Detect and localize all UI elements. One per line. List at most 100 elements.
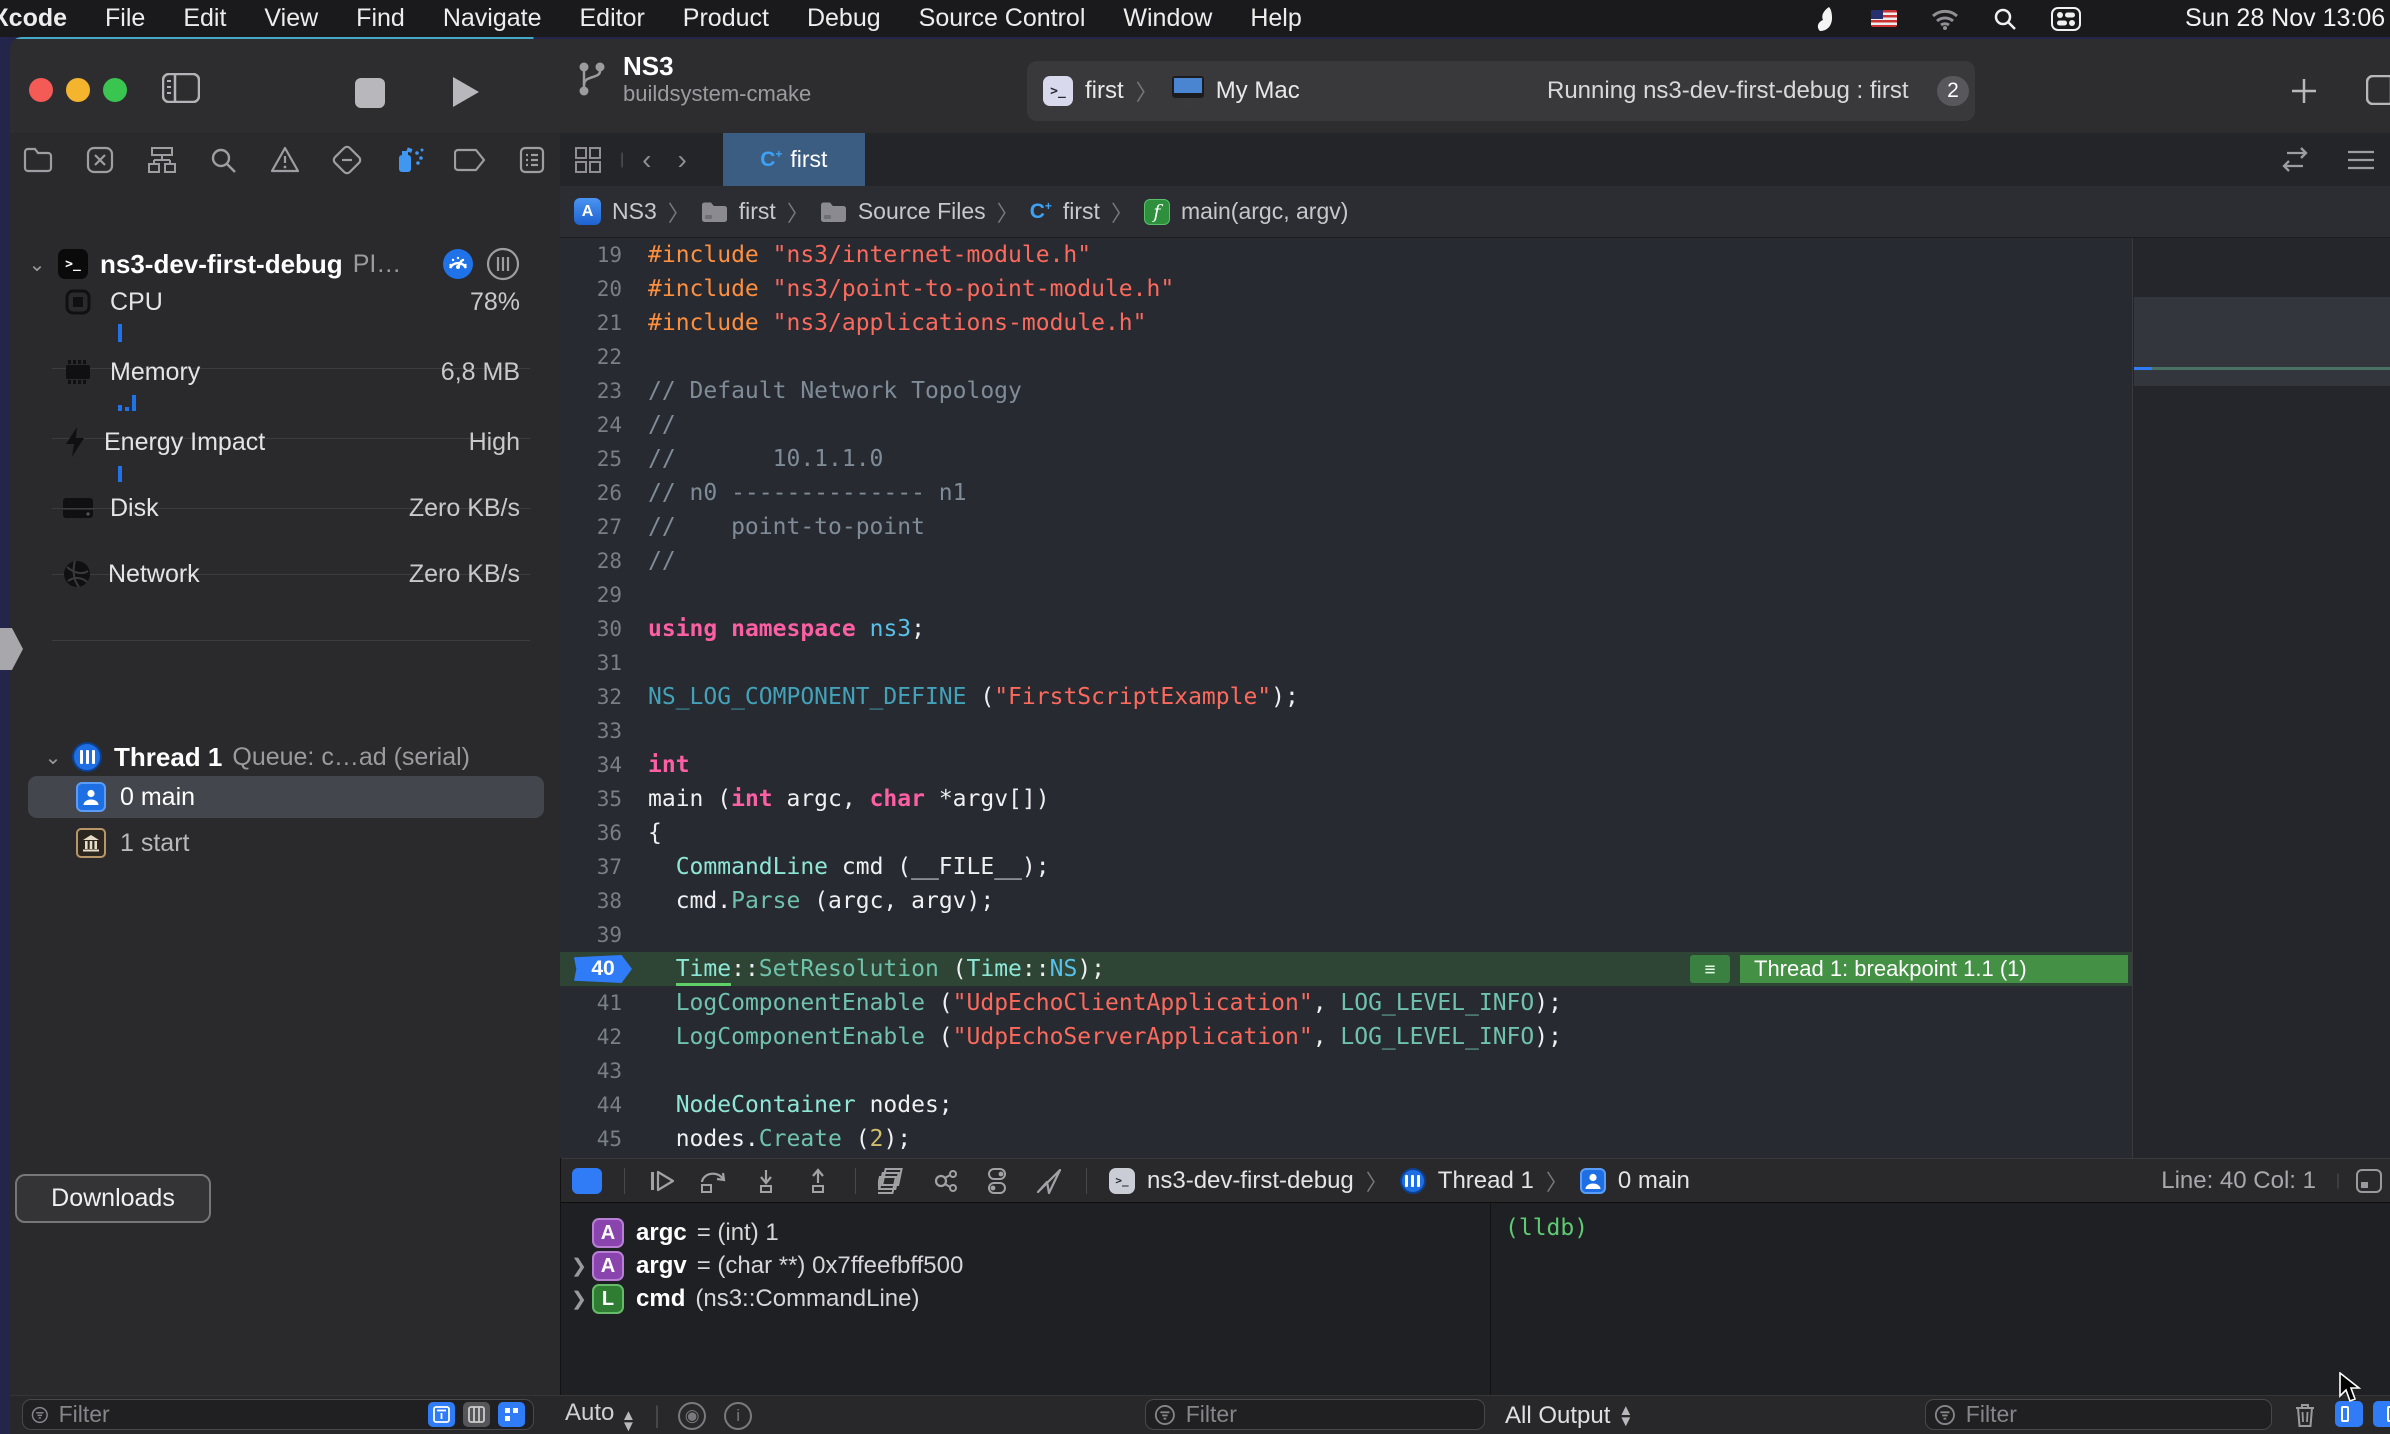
line-number[interactable]: 27	[560, 515, 622, 539]
disclosure-chevron-icon[interactable]: ❯	[566, 1288, 592, 1311]
menu-app-name[interactable]: Xcode	[0, 4, 67, 33]
close-window-button[interactable]	[29, 78, 53, 102]
code-line-35[interactable]: 35main (int argc, char *argv[])	[560, 782, 2132, 816]
code-line-42[interactable]: 42 LogComponentEnable ("UdpEchoServerApp…	[560, 1020, 2132, 1054]
run-button[interactable]	[450, 75, 482, 109]
code-line-20[interactable]: 20#include "ns3/point-to-point-module.h"	[560, 272, 2132, 306]
line-number[interactable]: 28	[560, 549, 622, 573]
stack-frame-1-start[interactable]: 1 start	[10, 822, 560, 864]
control-center-icon[interactable]	[2051, 7, 2081, 31]
menu-item-source-control[interactable]: Source Control	[919, 4, 1086, 32]
menu-item-file[interactable]: File	[105, 4, 145, 32]
minimize-window-button[interactable]	[66, 78, 90, 102]
process-row[interactable]: ⌄ >_ ns3-dev-first-debug PI…	[10, 244, 560, 284]
line-number[interactable]: 21	[560, 311, 622, 335]
code-line-33[interactable]: 33	[560, 714, 2132, 748]
line-number[interactable]: 35	[560, 787, 622, 811]
line-number[interactable]: 36	[560, 821, 622, 845]
step-over-button[interactable]	[699, 1168, 729, 1194]
breakpoint-hit-badge[interactable]: Thread 1: breakpoint 1.1 (1)	[1740, 955, 2128, 983]
code-line-30[interactable]: 30using namespace ns3;	[560, 612, 2132, 646]
view-hierarchy-button[interactable]	[878, 1168, 908, 1194]
code-line-34[interactable]: 34int	[560, 748, 2132, 782]
menu-clock[interactable]: Sun 28 Nov 13:06	[2185, 0, 2385, 37]
filter-flag-toggle[interactable]	[498, 1402, 525, 1427]
menu-item-navigate[interactable]: Navigate	[443, 4, 542, 32]
line-number[interactable]: 42	[560, 1025, 622, 1049]
variable-row-cmd[interactable]: ❯Lcmd(ns3::CommandLine)	[560, 1283, 919, 1315]
code-line-40[interactable]: 40 Time::SetResolution (Time::NS);≡Threa…	[560, 952, 2132, 986]
line-number[interactable]: 24	[560, 413, 622, 437]
find-navigator-icon[interactable]	[207, 144, 239, 176]
code-line-29[interactable]: 29	[560, 578, 2132, 612]
line-number[interactable]: 22	[560, 345, 622, 369]
input-source-flag-icon[interactable]	[1871, 10, 1897, 27]
gauge-row-cpu[interactable]: CPU78%	[10, 280, 560, 324]
symbol-navigator-icon[interactable]	[146, 144, 178, 176]
line-number[interactable]: 34	[560, 753, 622, 777]
step-out-button[interactable]	[803, 1168, 833, 1194]
add-editor-button[interactable]	[2290, 77, 2318, 105]
line-number[interactable]: 37	[560, 855, 622, 879]
code-line-27[interactable]: 27// point-to-point	[560, 510, 2132, 544]
code-line-36[interactable]: 36{	[560, 816, 2132, 850]
thread-row[interactable]: ⌄ Thread 1 Queue: c…ad (serial)	[10, 737, 560, 777]
code-line-41[interactable]: 41 LogComponentEnable ("UdpEchoClientApp…	[560, 986, 2132, 1020]
variable-row-argc[interactable]: Aargc= (int) 1	[560, 1217, 779, 1249]
line-number[interactable]: 44	[560, 1093, 622, 1117]
code-line-24[interactable]: 24//	[560, 408, 2132, 442]
debug-console[interactable]: (lldb)	[1491, 1202, 2390, 1395]
test-navigator-icon[interactable]	[331, 144, 363, 176]
quicklook-icon[interactable]: ◉	[678, 1402, 706, 1430]
navigator-filter-field[interactable]	[22, 1399, 534, 1430]
scheme-name[interactable]: first	[1085, 77, 1124, 105]
line-number[interactable]: 31	[560, 651, 622, 675]
source-control-navigator-icon[interactable]	[84, 144, 116, 176]
line-number[interactable]: 32	[560, 685, 622, 709]
disclosure-chevron-icon[interactable]: ⌄	[24, 252, 50, 277]
code-line-19[interactable]: 19#include "ns3/internet-module.h"	[560, 238, 2132, 272]
line-number[interactable]: 39	[560, 923, 622, 947]
breakpoints-toggle-button[interactable]	[572, 1168, 602, 1194]
line-number[interactable]: 19	[560, 243, 622, 267]
variables-view[interactable]: Aargc= (int) 1❯Aargv= (char **) 0x7ffeef…	[560, 1202, 1490, 1395]
run-destination[interactable]: My Mac	[1216, 77, 1300, 105]
toggle-navigator-icon[interactable]	[162, 73, 200, 103]
line-number[interactable]: 30	[560, 617, 622, 641]
issue-navigator-icon[interactable]	[269, 144, 301, 176]
filter-input[interactable]	[1184, 1400, 1476, 1429]
code-line-26[interactable]: 26// n0 -------------- n1	[560, 476, 2132, 510]
variables-filter-field[interactable]	[1145, 1399, 1485, 1430]
line-number[interactable]: 38	[560, 889, 622, 913]
code-line-43[interactable]: 43	[560, 1054, 2132, 1088]
gauge-row-disk[interactable]: DiskZero KB/s	[10, 486, 560, 530]
menu-item-window[interactable]: Window	[1123, 4, 1212, 32]
clear-console-button[interactable]	[2292, 1401, 2318, 1429]
code-line-45[interactable]: 45 nodes.Create (2);	[560, 1122, 2132, 1156]
breadcrumb-item[interactable]: first	[1063, 198, 1100, 225]
toggle-console-view-button[interactable]	[2373, 1401, 2390, 1427]
menu-item-help[interactable]: Help	[1250, 4, 1301, 32]
code-line-22[interactable]: 22	[560, 340, 2132, 374]
disclosure-chevron-icon[interactable]: ❯	[566, 1255, 592, 1278]
menu-item-view[interactable]: View	[264, 4, 318, 32]
debug-navigator-icon[interactable]	[393, 144, 425, 176]
editor-options-icon[interactable]	[2346, 147, 2376, 173]
gauge-row-memory[interactable]: Memory6,8 MB	[10, 350, 560, 394]
toggle-variables-view-button[interactable]	[2335, 1401, 2363, 1427]
variable-row-argv[interactable]: ❯Aargv= (char **) 0x7ffeefbff500	[560, 1250, 963, 1282]
breadcrumb-item[interactable]: Source Files	[858, 198, 986, 225]
debug-jump-item[interactable]: Thread 1	[1438, 1167, 1534, 1195]
environment-overrides-button[interactable]	[982, 1168, 1012, 1194]
issue-count-badge[interactable]: 2	[1937, 76, 1969, 106]
line-number[interactable]: 25	[560, 447, 622, 471]
breakpoint-actions-icon[interactable]: ≡	[1690, 955, 1730, 983]
code-line-39[interactable]: 39	[560, 918, 2132, 952]
toggle-inspector-icon[interactable]	[2366, 75, 2390, 105]
line-number[interactable]: 29	[560, 583, 622, 607]
line-number[interactable]: 45	[560, 1127, 622, 1151]
source-editor[interactable]: 19#include "ns3/internet-module.h"20#inc…	[560, 238, 2132, 1158]
code-line-44[interactable]: 44 NodeContainer nodes;	[560, 1088, 2132, 1122]
filter-view-toggle[interactable]	[463, 1402, 490, 1427]
simulate-location-button[interactable]	[1034, 1168, 1064, 1194]
